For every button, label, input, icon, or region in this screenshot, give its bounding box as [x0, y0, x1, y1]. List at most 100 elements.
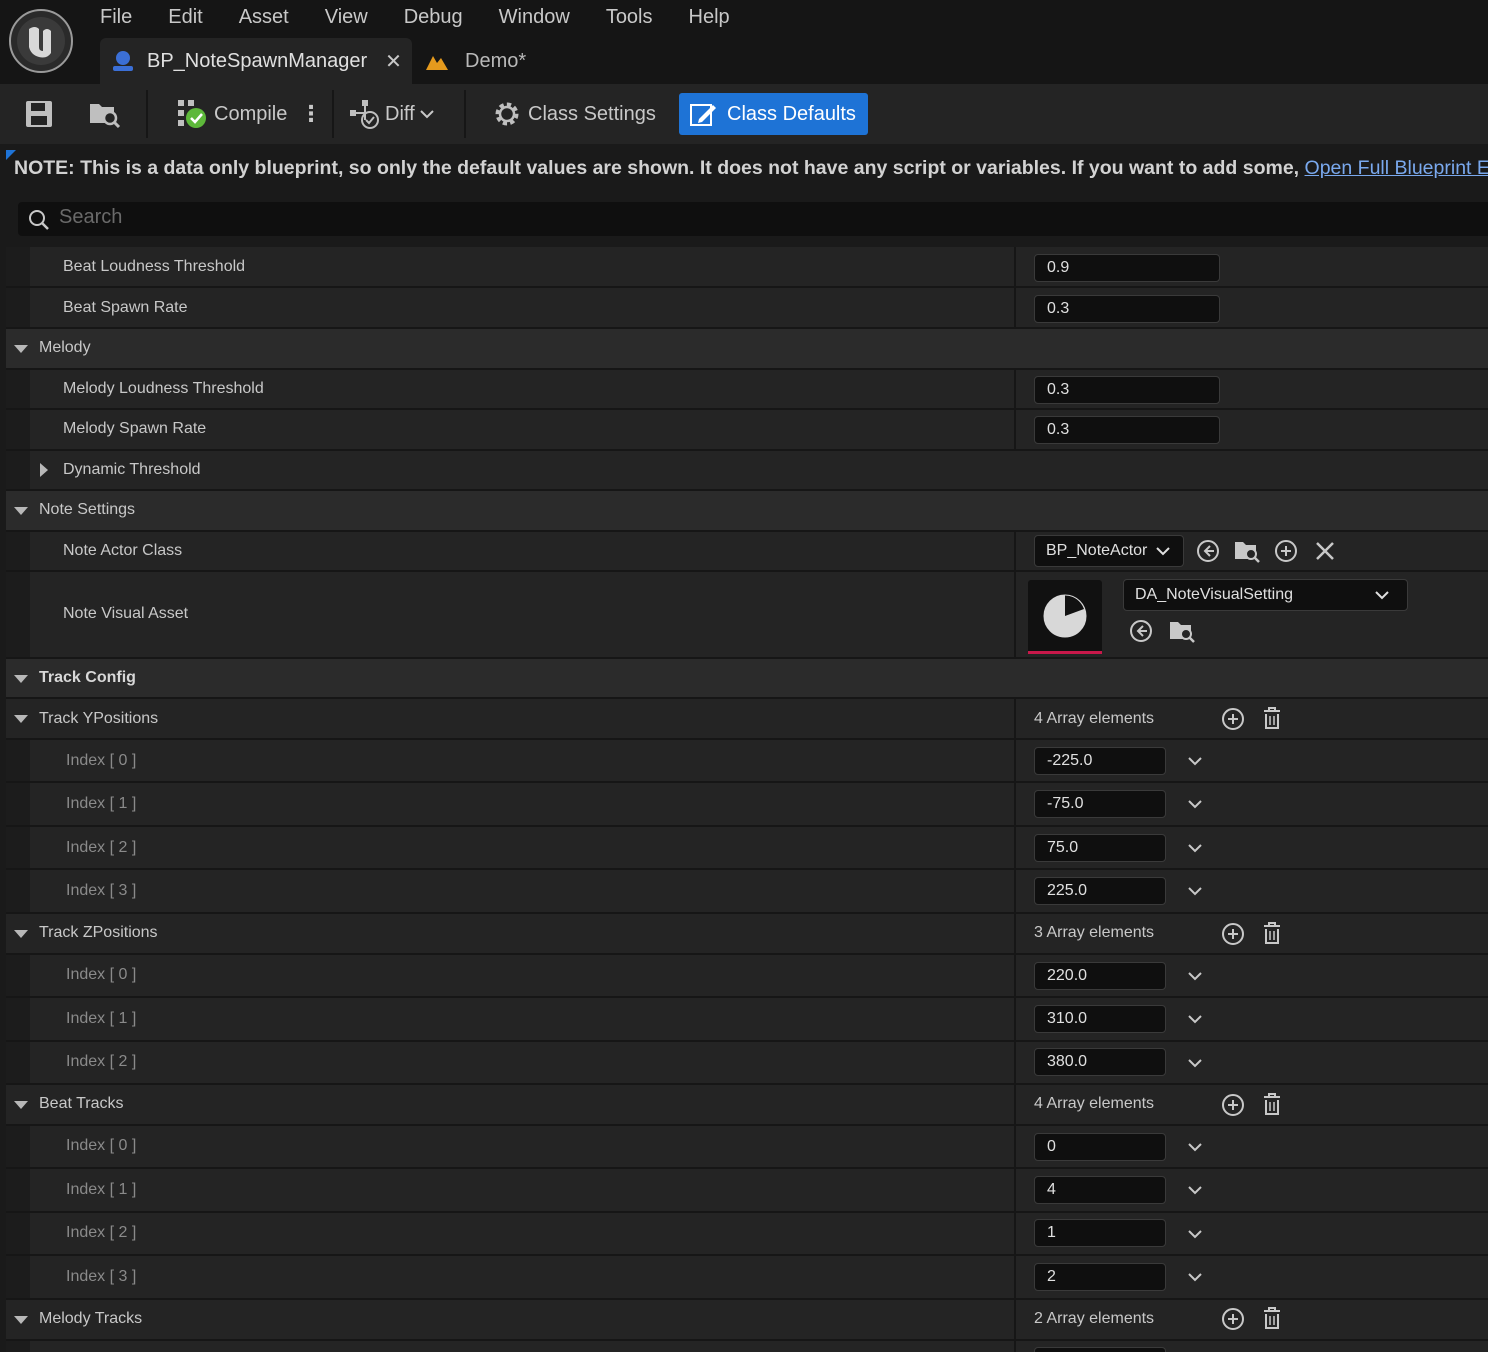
menu-window[interactable]: Window — [499, 4, 570, 30]
add-element-icon[interactable] — [1221, 1093, 1245, 1117]
beat-loudness-threshold-input[interactable]: 0.9 — [1034, 254, 1220, 282]
note-visual-asset-combo[interactable]: DA_NoteVisualSetting — [1123, 579, 1408, 611]
property-row: Beat Spawn Rate 0.3 — [6, 288, 1488, 329]
melody-spawn-rate-input[interactable]: 0.3 — [1034, 416, 1220, 444]
index-label: Index [ 2 ] — [66, 1053, 137, 1070]
asset-thumbnail[interactable] — [1028, 580, 1102, 654]
combo-value: DA_NoteVisualSetting — [1135, 586, 1294, 603]
array-count: 4 Array elements — [1034, 710, 1155, 727]
expand-arrow-icon[interactable] — [14, 507, 28, 515]
trash-icon[interactable] — [1262, 1092, 1282, 1116]
menu-edit[interactable]: Edit — [168, 4, 202, 30]
chevron-down-icon[interactable] — [1188, 1014, 1202, 1024]
browse-button[interactable] — [88, 84, 122, 144]
combo-value: BP_NoteActor — [1046, 542, 1148, 559]
array-value-input[interactable]: 225.0 — [1034, 877, 1166, 905]
chevron-down-icon[interactable] — [1188, 1058, 1202, 1068]
array-value-input[interactable]: 0 — [1034, 1133, 1166, 1161]
trash-icon[interactable] — [1262, 921, 1282, 945]
tab-bp-notespawnmanager[interactable]: BP_NoteSpawnManager ✕ — [100, 38, 412, 84]
category-note-settings[interactable]: Note Settings — [6, 491, 1488, 532]
chevron-down-icon[interactable] — [1188, 886, 1202, 896]
array-value-input[interactable] — [1034, 1347, 1166, 1352]
add-circle-icon[interactable] — [1274, 539, 1298, 563]
array-value-input[interactable]: 380.0 — [1034, 1048, 1166, 1076]
index-label: Index [ 3 ] — [66, 882, 137, 899]
array-header-track-ypositions[interactable]: Track YPositions 4 Array elements — [6, 699, 1488, 740]
class-defaults-button[interactable]: Class Defaults — [679, 93, 868, 135]
expand-arrow-icon[interactable] — [14, 715, 28, 723]
array-value-input[interactable]: -225.0 — [1034, 747, 1166, 775]
array-value-input[interactable]: 310.0 — [1034, 1005, 1166, 1033]
expand-arrow-icon[interactable] — [14, 675, 28, 683]
array-element-row: Index [ 3 ] 2 — [6, 1256, 1488, 1300]
note-actor-class-combo[interactable]: BP_NoteActor — [1034, 535, 1184, 567]
menu-asset[interactable]: Asset — [239, 4, 289, 30]
array-header-melody-tracks[interactable]: Melody Tracks 2 Array elements — [6, 1300, 1488, 1341]
compile-options-button[interactable]: ⋮ — [300, 84, 322, 144]
data-only-note: NOTE: This is a data only blueprint, so … — [0, 144, 1488, 196]
index-label: Index [ 0 ] — [66, 966, 137, 983]
trash-icon[interactable] — [1262, 706, 1282, 730]
property-row: Beat Loudness Threshold 0.9 — [6, 247, 1488, 288]
edit-defaults-icon — [690, 104, 716, 126]
menu-file[interactable]: File — [100, 4, 132, 30]
chevron-down-icon[interactable] — [1188, 1229, 1202, 1239]
open-full-editor-link[interactable]: Open Full Blueprint Editor — [1305, 157, 1488, 179]
clear-icon[interactable] — [1314, 540, 1336, 562]
expand-arrow-icon[interactable] — [14, 930, 28, 938]
array-value-input[interactable]: 4 — [1034, 1176, 1166, 1204]
menu-tools[interactable]: Tools — [606, 4, 653, 30]
expand-arrow-icon[interactable] — [14, 1316, 28, 1324]
compile-label: Compile — [214, 102, 288, 125]
add-element-icon[interactable] — [1221, 707, 1245, 731]
index-label: Index [ 0 ] — [66, 752, 137, 769]
melody-loudness-threshold-input[interactable]: 0.3 — [1034, 376, 1220, 404]
chevron-down-icon[interactable] — [1188, 1185, 1202, 1195]
diff-button[interactable]: Diff — [348, 84, 434, 144]
note-text: NOTE: This is a data only blueprint, so … — [14, 157, 1300, 179]
chevron-down-icon[interactable] — [1188, 1272, 1202, 1282]
chevron-down-icon[interactable] — [1188, 799, 1202, 809]
tab-demo[interactable]: Demo* — [424, 38, 526, 84]
use-selected-icon[interactable] — [1196, 539, 1220, 563]
browse-folder-icon[interactable] — [1168, 617, 1196, 645]
array-element-row: Index [ 2 ] 75.0 — [6, 827, 1488, 870]
array-header-track-zpositions[interactable]: Track ZPositions 3 Array elements — [6, 914, 1488, 955]
category-melody[interactable]: Melody — [6, 329, 1488, 370]
class-settings-button[interactable]: Class Settings — [492, 84, 656, 144]
expand-arrow-icon[interactable] — [14, 345, 28, 353]
browse-folder-icon[interactable] — [1233, 537, 1261, 565]
search-box[interactable]: Search — [18, 202, 1488, 236]
array-value-input[interactable]: 220.0 — [1034, 962, 1166, 990]
category-track-config[interactable]: Track Config — [6, 659, 1488, 699]
trash-icon[interactable] — [1262, 1306, 1282, 1330]
chevron-down-icon[interactable] — [1188, 971, 1202, 981]
array-label: Beat Tracks — [39, 1095, 124, 1112]
array-value-input[interactable]: 2 — [1034, 1263, 1166, 1291]
index-label: Index [ 2 ] — [66, 1224, 137, 1241]
chevron-down-icon[interactable] — [1188, 1142, 1202, 1152]
close-tab-icon[interactable]: ✕ — [385, 49, 402, 74]
array-value-input[interactable]: -75.0 — [1034, 790, 1166, 818]
array-value-input[interactable]: 75.0 — [1034, 834, 1166, 862]
use-selected-icon[interactable] — [1129, 619, 1153, 643]
beat-spawn-rate-input[interactable]: 0.3 — [1034, 295, 1220, 323]
add-element-icon[interactable] — [1221, 922, 1245, 946]
unreal-logo-icon[interactable] — [9, 9, 73, 73]
add-element-icon[interactable] — [1221, 1307, 1245, 1331]
expand-arrow-icon[interactable] — [14, 1101, 28, 1109]
property-label: Beat Loudness Threshold — [63, 258, 246, 275]
array-value-input[interactable]: 1 — [1034, 1219, 1166, 1247]
expand-arrow-icon[interactable] — [40, 463, 48, 477]
chevron-down-icon[interactable] — [1188, 843, 1202, 853]
array-header-beat-tracks[interactable]: Beat Tracks 4 Array elements — [6, 1085, 1488, 1126]
menu-debug[interactable]: Debug — [404, 4, 463, 30]
chevron-down-icon[interactable] — [1188, 756, 1202, 766]
menu-help[interactable]: Help — [689, 4, 730, 30]
save-button[interactable] — [24, 84, 54, 144]
menu-view[interactable]: View — [325, 4, 368, 30]
compile-button[interactable]: Compile — [176, 84, 287, 144]
compile-icon — [178, 100, 206, 128]
category-dynamic-threshold[interactable]: Dynamic Threshold — [6, 451, 1488, 491]
